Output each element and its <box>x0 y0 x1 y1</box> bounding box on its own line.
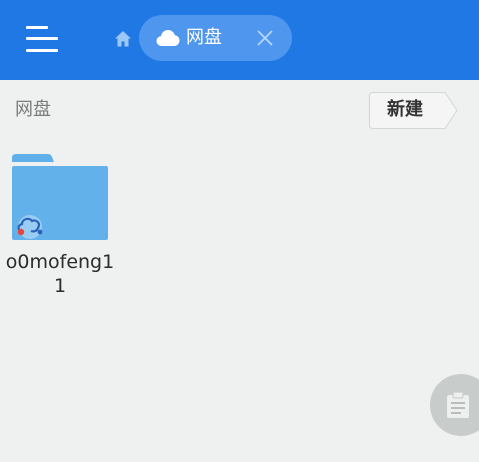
top-bar: 网盘 <box>0 0 479 80</box>
menu-icon[interactable] <box>26 24 58 54</box>
home-icon[interactable] <box>112 28 134 50</box>
tab-label: 网盘 <box>186 27 222 48</box>
clipboard-button[interactable] <box>430 374 479 436</box>
clipboard-icon <box>447 391 469 418</box>
close-icon[interactable] <box>256 29 274 47</box>
folder-name: o0mofeng11 <box>5 251 115 297</box>
folder-icon <box>12 154 108 240</box>
new-button[interactable]: 新建 <box>369 92 458 129</box>
cloud-icon <box>156 30 180 46</box>
new-button-label: 新建 <box>387 99 423 120</box>
breadcrumb: 网盘 <box>15 99 51 120</box>
folder-item[interactable]: o0mofeng11 <box>6 150 114 300</box>
